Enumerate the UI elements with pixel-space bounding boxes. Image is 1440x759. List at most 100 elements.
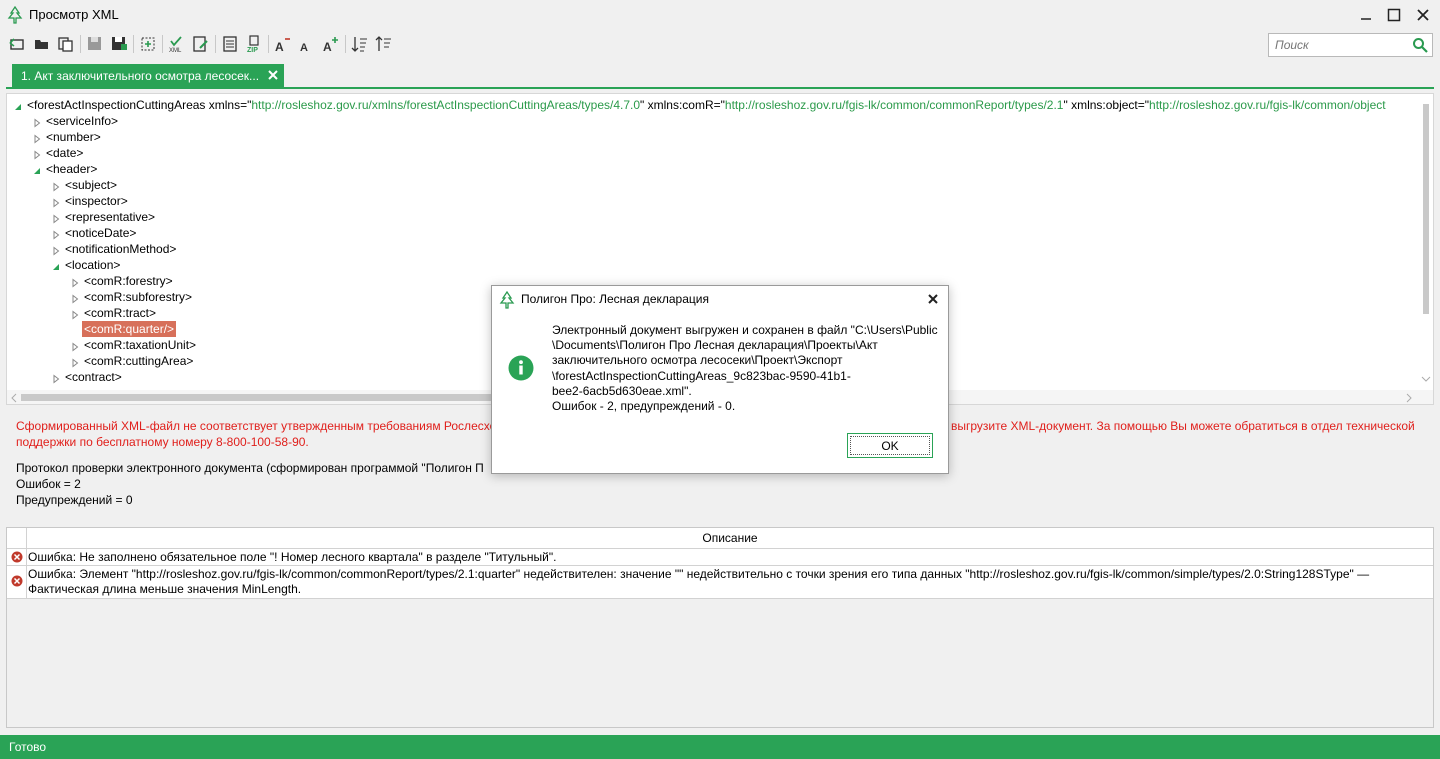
svg-text:A: A [275,40,284,54]
zip-icon[interactable]: ZIP [244,34,264,54]
dialog-message: Электронный документ выгружен и сохранен… [552,323,942,414]
root-attr2-name: " xmlns:comR=" [640,98,725,112]
tab-document[interactable]: 1. Акт заключительного осмотра лесосек..… [12,64,284,88]
root-attr2-value: http://rosleshoz.gov.ru/fgis-lk/common/c… [724,98,1064,112]
collapsed-triangle-icon[interactable] [51,212,61,224]
font-reset-icon[interactable]: A [297,34,317,54]
error-icon [11,575,23,587]
collapsed-triangle-icon[interactable] [51,180,61,192]
warning-line-1-tail: выгрузите XML-документ. За помощью Вы мо… [951,419,1415,433]
sort-up-icon[interactable] [374,34,394,54]
app-tree-icon [7,5,23,24]
errors-count: Ошибок = 2 [16,477,81,491]
root-attr3-name: " xmlns:object=" [1063,98,1150,112]
collapsed-triangle-icon[interactable] [70,340,80,352]
root-attr1-name: xmlns=" [208,98,252,112]
table-row[interactable]: Ошибка: Не заполнено обязательное поле "… [7,549,1433,566]
collapsed-triangle-icon[interactable] [51,196,61,208]
copy-icon[interactable] [56,34,76,54]
collapsed-triangle-icon[interactable] [32,116,42,128]
tree-node-label: <location> [65,258,121,272]
toolbar: XML ZIP A A A [0,31,1440,58]
grid-header: Описание [7,528,1433,549]
tree-vertical-scrollbar[interactable] [1419,94,1433,390]
tree-node-label: <noticeDate> [65,226,137,240]
tree-node-label: <comR:forestry> [84,274,173,288]
svg-text:XML: XML [169,48,182,54]
error-icon [11,551,23,563]
protocol-summary: Протокол проверки электронного документа… [16,460,484,508]
minimize-icon[interactable] [1355,4,1377,26]
collapsed-triangle-icon[interactable] [51,372,61,384]
dialog-message-line: заключительного осмотра лесосеки\Проект\… [552,353,843,368]
back-icon[interactable] [8,34,28,54]
edit-document-icon[interactable] [191,34,211,54]
tree-node-label: <notificationMethod> [65,242,177,256]
root-tag: <forestActInspectionCuttingAreas [27,98,209,112]
warning-line-1: Сформированный XML-файл не соответствует… [16,419,502,433]
collapsed-triangle-icon[interactable] [51,244,61,256]
save-icon[interactable] [85,34,105,54]
collapsed-triangle-icon[interactable] [70,308,80,320]
tree-node-label: <comR:tract> [84,306,157,320]
tree-node-label: <comR:subforestry> [84,290,193,304]
tree-node-label: <subject> [65,178,118,192]
grid-cell-description: Ошибка: Не заполнено обязательное поле "… [28,550,557,564]
tree-node-label: <inspector> [65,194,128,208]
expanded-triangle-icon[interactable] [13,100,23,110]
search-input[interactable] [1275,37,1410,53]
tree-node-label: <date> [46,146,84,160]
column-description[interactable]: Описание [27,531,1433,545]
tree-node-label: <number> [46,130,101,144]
scroll-left-arrow-icon[interactable] [9,392,19,403]
tree-node-label: <comR:cuttingArea> [84,354,194,368]
open-folder-icon[interactable] [32,34,52,54]
errors-grid: Описание Ошибка: Не заполнено обязательн… [6,527,1434,728]
scroll-right-arrow-icon[interactable] [1404,392,1414,403]
svg-text:ZIP: ZIP [247,47,258,54]
collapsed-triangle-icon[interactable] [70,292,80,304]
root-attr3-value: http://rosleshoz.gov.ru/fgis-lk/common/o… [1149,98,1386,112]
expanded-triangle-icon[interactable] [51,260,61,270]
expanded-triangle-icon[interactable] [32,164,42,174]
tree-node-label: <header> [46,162,98,176]
close-tab-icon[interactable] [266,68,280,82]
tree-node-label: <serviceInfo> [46,114,119,128]
tree-node-label: <representative> [65,210,156,224]
collapsed-triangle-icon[interactable] [32,148,42,160]
warnings-count: Предупреждений = 0 [16,493,133,507]
message-dialog: Полигон Про: Лесная декларация Электронн… [491,285,949,474]
root-attr1-value: http://rosleshoz.gov.ru/xmlns/forestActI… [251,98,641,112]
table-row[interactable]: Ошибка: Элемент "http://rosleshoz.gov.ru… [7,566,1433,599]
save-as-icon[interactable] [109,34,129,54]
title-bar: Просмотр XML [0,0,1440,30]
tree-node-label: <comR:quarter/> [82,321,177,337]
svg-text:A: A [323,40,332,54]
expand-all-icon[interactable] [138,34,158,54]
font-decrease-icon[interactable]: A [273,34,293,54]
font-increase-icon[interactable]: A [321,34,341,54]
svg-text:A: A [300,42,308,54]
report-icon[interactable] [220,34,240,54]
status-bar: Готово [0,735,1440,759]
vertical-scroll-thumb[interactable] [1423,104,1429,314]
dialog-message-line: bee2-6acb5d630eae.xml". [552,383,692,398]
app-tree-icon [499,290,515,312]
ok-button[interactable]: OK [847,433,933,458]
search-icon[interactable] [1412,37,1428,56]
horizontal-scroll-thumb[interactable] [21,394,496,401]
collapsed-triangle-icon[interactable] [51,228,61,240]
collapsed-triangle-icon[interactable] [32,132,42,144]
window-title: Просмотр XML [29,7,119,22]
maximize-icon[interactable] [1383,4,1405,26]
close-dialog-icon[interactable] [926,292,940,306]
close-window-icon[interactable] [1412,4,1434,26]
protocol-line: Протокол проверки электронного документа… [16,461,484,475]
sort-down-icon[interactable] [350,34,370,54]
scroll-down-arrow-icon[interactable] [1421,373,1431,383]
search-box[interactable] [1268,33,1433,57]
collapsed-triangle-icon[interactable] [70,356,80,368]
dialog-message-line: \Documents\Полигон Про Лесная декларация… [552,338,878,353]
collapsed-triangle-icon[interactable] [70,276,80,288]
validate-xml-icon[interactable]: XML [167,34,187,54]
